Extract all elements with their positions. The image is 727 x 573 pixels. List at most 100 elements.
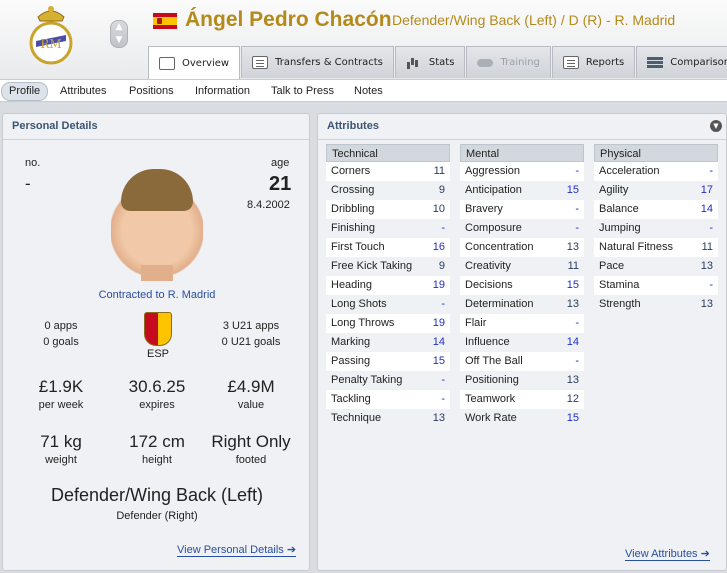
attribute-row[interactable]: Corners 11 bbox=[326, 162, 450, 181]
attribute-row[interactable]: Acceleration - bbox=[594, 162, 718, 181]
attribute-name: Decisions bbox=[465, 279, 513, 291]
attribute-row[interactable]: Technique 13 bbox=[326, 409, 450, 428]
dropdown-arrow-icon[interactable]: ▼ bbox=[710, 120, 722, 132]
attribute-name: Composure bbox=[465, 222, 522, 234]
attribute-row[interactable]: Creativity 11 bbox=[460, 257, 584, 276]
tab-stats[interactable]: Stats bbox=[394, 46, 466, 78]
attribute-value: - bbox=[575, 317, 579, 329]
attribute-row[interactable]: Finishing - bbox=[326, 219, 450, 238]
attribute-row[interactable]: Strength 13 bbox=[594, 295, 718, 314]
view-attributes-link[interactable]: View Attributes ➔ bbox=[625, 547, 710, 561]
attribute-row[interactable]: Tackling - bbox=[326, 390, 450, 409]
attribute-value: 16 bbox=[432, 241, 445, 253]
attribute-row[interactable]: Long Throws 19 bbox=[326, 314, 450, 333]
attribute-row[interactable]: Long Shots - bbox=[326, 295, 450, 314]
attribute-row[interactable]: Concentration 13 bbox=[460, 238, 584, 257]
attribute-row[interactable]: Composure - bbox=[460, 219, 584, 238]
attribute-row[interactable]: Passing 15 bbox=[326, 352, 450, 371]
subnav-profile[interactable]: Profile bbox=[1, 82, 49, 101]
tab-label: Overview bbox=[182, 57, 230, 69]
attribute-row[interactable]: Bravery - bbox=[460, 200, 584, 219]
player-name: Ángel Pedro Chacón bbox=[185, 8, 392, 31]
attribute-name: First Touch bbox=[331, 241, 385, 253]
attribute-row[interactable]: Free Kick Taking 9 bbox=[326, 257, 450, 276]
subnav-information[interactable]: Information bbox=[188, 82, 257, 101]
player-navigation-arrows[interactable]: ▲ ▼ bbox=[110, 20, 128, 48]
tab-label: Transfers & Contracts bbox=[275, 57, 383, 68]
age-label: age bbox=[271, 157, 290, 169]
attribute-row[interactable]: Influence 14 bbox=[460, 333, 584, 352]
bar-chart-icon bbox=[406, 56, 422, 69]
attribute-name: Tackling bbox=[331, 393, 371, 405]
secondary-position: Defender (Right) bbox=[116, 510, 198, 522]
spain-flag-icon bbox=[153, 13, 177, 29]
attribute-name: Determination bbox=[465, 298, 534, 310]
attribute-row[interactable]: Aggression - bbox=[460, 162, 584, 181]
tab-label: Comparison bbox=[670, 57, 727, 68]
attribute-row[interactable]: Stamina - bbox=[594, 276, 718, 295]
attribute-value: 13 bbox=[700, 298, 713, 310]
arrow-down-icon[interactable]: ▼ bbox=[111, 34, 127, 47]
attribute-value: 12 bbox=[566, 393, 579, 405]
tab-overview[interactable]: Overview bbox=[148, 46, 241, 79]
attribute-value: - bbox=[441, 298, 445, 310]
tab-transfers-contracts[interactable]: Transfers & Contracts bbox=[241, 46, 394, 78]
attribute-row[interactable]: Anticipation 15 bbox=[460, 181, 584, 200]
attribute-value: 13 bbox=[566, 298, 579, 310]
attribute-row[interactable]: Off The Ball - bbox=[460, 352, 584, 371]
attribute-row[interactable]: Determination 13 bbox=[460, 295, 584, 314]
attribute-row[interactable]: Crossing 9 bbox=[326, 181, 450, 200]
attribute-row[interactable]: Decisions 15 bbox=[460, 276, 584, 295]
attribute-value: 9 bbox=[438, 184, 445, 196]
player-header: RM ▲ ▼ Ángel Pedro Chacón Defender/Wing … bbox=[0, 0, 727, 80]
attribute-row[interactable]: Natural Fitness 11 bbox=[594, 238, 718, 257]
attribute-value: - bbox=[709, 165, 713, 177]
subnav-talk-to-press[interactable]: Talk to Press bbox=[264, 82, 341, 101]
sub-navigation: Profile Attributes Positions Information… bbox=[0, 79, 727, 102]
attribute-name: Influence bbox=[465, 336, 510, 348]
personal-details-panel: Personal Details no. - age 21 8.4.2002 C… bbox=[2, 113, 310, 571]
subnav-positions[interactable]: Positions bbox=[122, 82, 181, 101]
attribute-row[interactable]: Positioning 13 bbox=[460, 371, 584, 390]
subnav-notes[interactable]: Notes bbox=[347, 82, 390, 101]
nation-code: ESP bbox=[146, 348, 169, 360]
tab-reports[interactable]: Reports bbox=[551, 46, 636, 78]
u21-apps: 3 U21 apps bbox=[222, 320, 280, 332]
document-icon bbox=[252, 56, 269, 69]
attribute-row[interactable]: Heading 19 bbox=[326, 276, 450, 295]
attribute-name: Free Kick Taking bbox=[331, 260, 413, 272]
contract-link[interactable]: Contracted to R. Madrid bbox=[3, 289, 311, 301]
attribute-row[interactable]: Balance 14 bbox=[594, 200, 718, 219]
attribute-name: Balance bbox=[599, 203, 639, 215]
view-personal-details-link[interactable]: View Personal Details ➔ bbox=[177, 543, 297, 557]
attribute-row[interactable]: First Touch 16 bbox=[326, 238, 450, 257]
attribute-row[interactable]: Teamwork 12 bbox=[460, 390, 584, 409]
attribute-value: 14 bbox=[432, 336, 445, 348]
arrow-up-icon[interactable]: ▲ bbox=[111, 21, 127, 34]
panel-title: Personal Details bbox=[12, 120, 98, 132]
attribute-name: Long Throws bbox=[331, 317, 395, 329]
column-header: Technical bbox=[326, 144, 450, 162]
club-crest-icon[interactable]: RM bbox=[26, 3, 76, 67]
tab-comparison[interactable]: Comparison bbox=[636, 46, 727, 78]
attribute-row[interactable]: Jumping - bbox=[594, 219, 718, 238]
mental-rows: Aggression - Anticipation 15 Bravery - Composu… bbox=[460, 162, 584, 428]
attribute-row[interactable]: Dribbling 10 bbox=[326, 200, 450, 219]
attribute-name: Work Rate bbox=[465, 412, 517, 424]
attribute-row[interactable]: Pace 13 bbox=[594, 257, 718, 276]
squad-number-label: no. bbox=[25, 157, 41, 169]
attribute-row[interactable]: Work Rate 15 bbox=[460, 409, 584, 428]
subnav-attributes[interactable]: Attributes bbox=[53, 82, 113, 101]
attribute-name: Off The Ball bbox=[465, 355, 523, 367]
attribute-row[interactable]: Penalty Taking - bbox=[326, 371, 450, 390]
tab-training[interactable]: Training bbox=[466, 46, 551, 78]
attribute-row[interactable]: Agility 17 bbox=[594, 181, 718, 200]
attribute-row[interactable]: Marking 14 bbox=[326, 333, 450, 352]
attribute-value: - bbox=[575, 165, 579, 177]
link-label: View Attributes bbox=[625, 548, 698, 560]
preferred-foot-label: footed bbox=[235, 454, 267, 466]
column-header: Physical bbox=[594, 144, 718, 162]
physical-column: Physical Acceleration - Agility 17 Balance 14… bbox=[594, 144, 718, 314]
height-value: 172 cm bbox=[129, 432, 185, 451]
attribute-row[interactable]: Flair - bbox=[460, 314, 584, 333]
